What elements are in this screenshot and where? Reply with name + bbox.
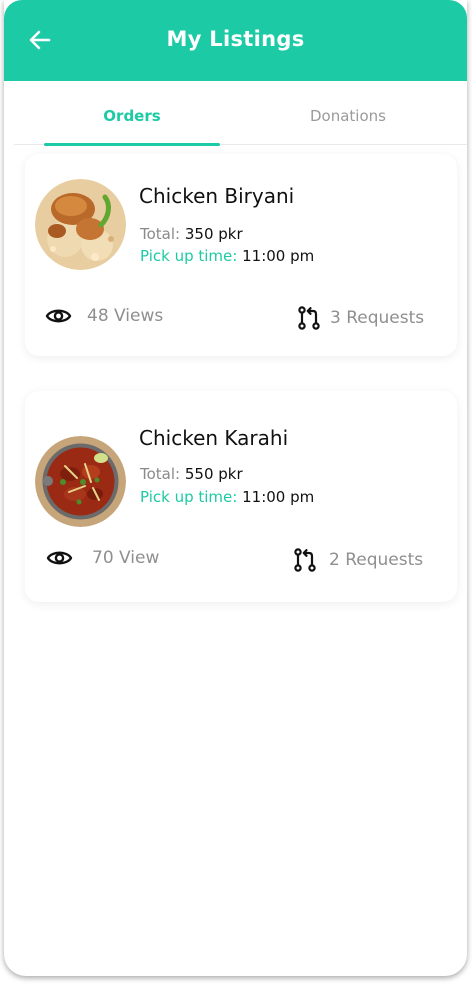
requests-count: 2 Requests: [329, 550, 424, 570]
eye-icon: [45, 309, 72, 323]
requests-stat[interactable]: 2 Requests: [293, 548, 423, 572]
pickup-value: 11:00 pm: [242, 247, 315, 265]
pull-request-icon: [294, 548, 316, 572]
pickup-value: 11:00 pm: [242, 488, 315, 506]
views-count: 48 Views: [87, 306, 164, 326]
tab-donations[interactable]: Donations: [260, 81, 436, 145]
total-label: Total:: [140, 465, 181, 483]
tab-orders[interactable]: Orders: [44, 81, 220, 146]
pickup-line: Pick up time: 11:00 pm: [140, 488, 314, 506]
listing-card[interactable]: Chicken Karahi Total: 550 pkr Pick up ti…: [25, 391, 457, 602]
phone-screen: My Listings Orders Donations Chicken Bir…: [4, 0, 467, 976]
total-line: Total: 350 pkr: [140, 225, 243, 243]
food-image-karahi: [35, 436, 126, 527]
active-tab-indicator: [44, 143, 220, 146]
tab-bar: Orders Donations: [14, 81, 467, 146]
requests-count: 3 Requests: [330, 308, 425, 328]
requests-stat[interactable]: 3 Requests: [297, 306, 424, 330]
views-stat[interactable]: 48 Views: [45, 306, 163, 326]
food-image-biryani: [35, 179, 126, 270]
page-title: My Listings: [166, 27, 305, 51]
views-count: 70 View: [92, 548, 160, 568]
total-value: 550 pkr: [184, 465, 243, 483]
listing-title: Chicken Karahi: [139, 426, 289, 450]
total-value: 350 pkr: [184, 225, 243, 243]
total-line: Total: 550 pkr: [140, 465, 243, 483]
views-stat[interactable]: 70 View: [46, 548, 159, 568]
pickup-label: Pick up time:: [140, 247, 238, 265]
pickup-line: Pick up time: 11:00 pm: [140, 247, 314, 265]
eye-icon: [46, 551, 73, 565]
total-label: Total:: [140, 225, 181, 243]
listing-title: Chicken Biryani: [139, 184, 295, 208]
pickup-label: Pick up time:: [140, 488, 238, 506]
tab-donations-label: Donations: [310, 107, 386, 125]
pull-request-icon: [298, 306, 320, 330]
listing-card[interactable]: Chicken Biryani Total: 350 pkr Pick up t…: [25, 154, 457, 356]
tab-orders-label: Orders: [103, 107, 161, 125]
app-header: My Listings: [4, 0, 467, 81]
